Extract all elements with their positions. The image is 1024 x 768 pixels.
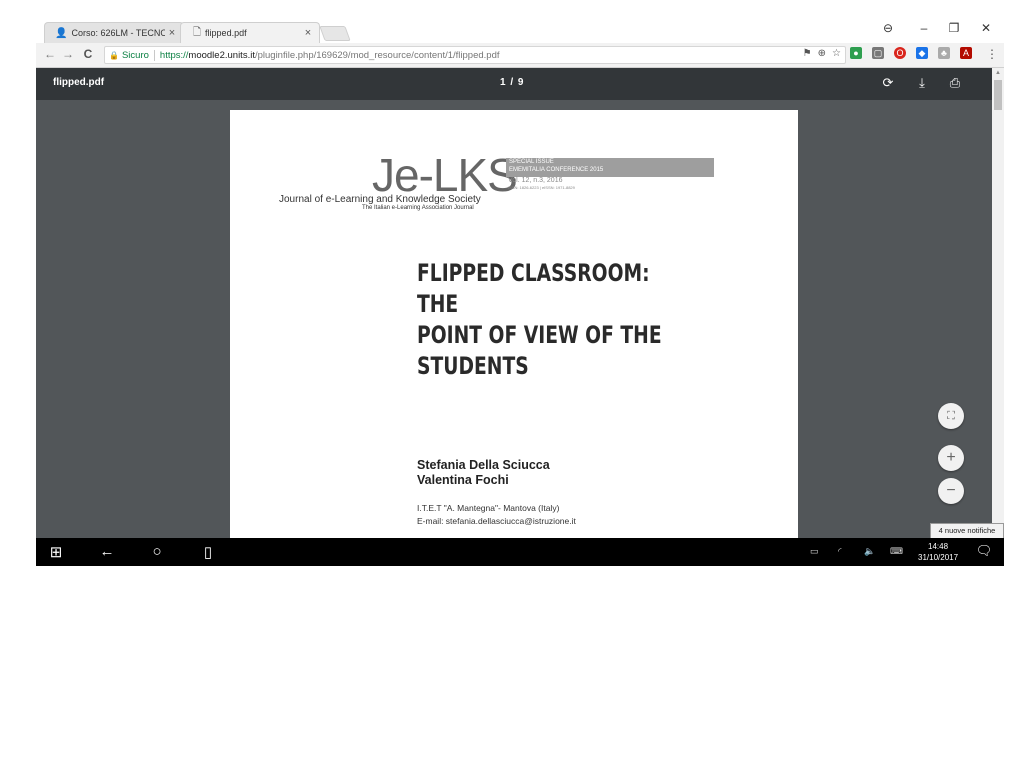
authors: Stefania Della Sciucca Valentina Fochi [417, 458, 550, 488]
zoom-in-button[interactable]: + [938, 445, 964, 471]
print-icon[interactable]: ⎙ [946, 75, 964, 91]
affiliation-block: I.T.E.T "A. Mantegna"- Mantova (Italy) E… [417, 502, 576, 528]
windows-start-icon[interactable]: ⊞ [46, 543, 66, 561]
bookmark-star-icon[interactable]: ☆ [832, 48, 841, 59]
acrobat-extension-icon[interactable]: A [960, 47, 972, 59]
document-icon: 🗋 [193, 26, 202, 38]
new-tab-button[interactable] [319, 26, 351, 41]
restore-button[interactable]: ❐ [944, 21, 964, 35]
journal-subtitle: The Italian e-Learning Association Journ… [362, 205, 474, 211]
omnibox-icons: ⚑ ⊕ ☆ [803, 48, 841, 59]
close-tab-pdf-button[interactable]: × [301, 27, 315, 39]
author: Valentina Fochi [417, 473, 509, 487]
lock-icon: 🔒 [109, 50, 119, 60]
fit-page-button[interactable]: ⛶ [938, 403, 964, 429]
wifi-icon[interactable]: ◜ [838, 546, 842, 557]
tab-pdf-title: flipped.pdf [205, 28, 247, 38]
profile-button[interactable]: ⊖ [878, 21, 898, 35]
tab-pdf[interactable]: 🗋 flipped.pdf × [180, 22, 320, 43]
special-issue-box: SPECIAL ISSUE EMEMITALIA CONFERENCE 2015 [506, 158, 714, 177]
journal-logo: Je-LKS [372, 149, 518, 201]
scrollbar-thumb[interactable] [994, 80, 1002, 110]
toolbar: ← → C 🔒 Sicuro https:// moodle2.units.it… [36, 43, 1004, 68]
action-center-icon[interactable]: 🗨4 [974, 543, 994, 566]
conference-label: EMEMITALIA CONFERENCE 2015 [509, 167, 604, 173]
security-indicator[interactable]: 🔒 Sicuro [109, 50, 149, 61]
translate-icon[interactable]: ⚑ [803, 48, 812, 59]
issn-label: ISSN: 1826-6223 | eISSN: 1971-8829 [508, 185, 575, 190]
tab-strip: 👤 Corso: 626LM - TECNOL × 🗋 flipped.pdf … [36, 18, 1004, 43]
extension-green-icon[interactable]: ● [850, 47, 862, 59]
divider [153, 49, 155, 61]
tab-course-title: Corso: 626LM - TECNOL [71, 28, 165, 38]
battery-icon[interactable]: ▭ [810, 546, 819, 557]
rotate-icon[interactable]: ⟳ [879, 75, 897, 91]
tab-course[interactable]: 👤 Corso: 626LM - TECNOL × [44, 22, 184, 43]
pdf-filename: flipped.pdf [53, 77, 105, 88]
title-line: POINT OF VIEW OF THE [417, 321, 662, 349]
keyboard-icon[interactable]: ⌨ [890, 546, 903, 557]
download-icon[interactable]: ⤓ [913, 75, 931, 91]
notification-toast[interactable]: 4 nuove notifiche [930, 523, 1004, 539]
special-issue-label: SPECIAL ISSUE [509, 159, 554, 165]
taskbar: ⊞ ← ○ ▯ ▭ ◜ 🔈 ⌨ 14:48 31/10/2017 🗨4 [36, 538, 1004, 566]
task-view-icon[interactable]: ▯ [198, 543, 218, 561]
forward-button[interactable]: → [60, 47, 76, 61]
title-line: STUDENTS [417, 352, 529, 380]
pdf-toolbar: flipped.pdf 1 / 9 ⟳ ⤓ ⎙ [36, 68, 1004, 100]
author: Stefania Della Sciucca [417, 458, 550, 472]
back-arrow-icon[interactable]: ← [97, 543, 117, 560]
vertical-scrollbar[interactable]: ▲ [992, 68, 1004, 538]
zoom-out-button[interactable]: − [938, 478, 964, 504]
menu-icon[interactable]: ⋮ [984, 47, 1000, 61]
article-title: FLIPPED CLASSROOM: THE POINT OF VIEW OF … [417, 258, 674, 382]
back-button[interactable]: ← [42, 47, 58, 61]
cortana-icon[interactable]: ○ [147, 543, 167, 560]
page-indicator: 1 / 9 [500, 77, 525, 88]
screen: 👤 Corso: 626LM - TECNOL × 🗋 flipped.pdf … [36, 18, 1004, 566]
title-line: FLIPPED CLASSROOM: THE [417, 259, 650, 318]
address-bar[interactable]: 🔒 Sicuro https:// moodle2.units.it /plug… [104, 46, 846, 64]
zoom-icon[interactable]: ⊕ [818, 48, 826, 59]
close-tab-course-button[interactable]: × [165, 27, 179, 39]
close-window-button[interactable]: ✕ [976, 21, 996, 35]
user-icon: 👤 [55, 27, 68, 39]
volume-icon[interactable]: 🔈 [864, 546, 875, 557]
reload-button[interactable]: C [80, 47, 96, 61]
clock[interactable]: 14:48 31/10/2017 [918, 541, 958, 563]
volume-label: Vol. 12, n.3, 2016 [508, 177, 563, 184]
clock-time: 14:48 [928, 542, 949, 551]
pdf-viewer[interactable]: Je-LKS SPECIAL ISSUE EMEMITALIA CONFEREN… [36, 100, 992, 540]
extension-puzzle-icon[interactable]: ♣ [938, 47, 950, 59]
url-protocol: https:// [159, 49, 189, 61]
url-path: /pluginfile.php/169629/mod_resource/cont… [254, 49, 500, 61]
clock-date: 31/10/2017 [918, 553, 959, 562]
pdf-page: Je-LKS SPECIAL ISSUE EMEMITALIA CONFEREN… [230, 110, 798, 540]
affiliation: I.T.E.T "A. Mantegna"- Mantova (Italy) [417, 503, 560, 513]
opera-extension-icon[interactable]: O [894, 47, 906, 59]
url-host: moodle2.units.it [188, 49, 255, 61]
journal-name: Journal of e-Learning and Knowledge Soci… [279, 194, 481, 205]
extension-gray-icon[interactable]: ▢ [872, 47, 884, 59]
security-label: Sicuro [121, 49, 149, 61]
extension-blue-icon[interactable]: ◆ [916, 47, 928, 59]
minimize-button[interactable]: – [914, 21, 934, 35]
scroll-up-icon[interactable]: ▲ [995, 70, 1001, 76]
author-email: E-mail: stefania.dellasciucca@istruzione… [417, 516, 576, 526]
